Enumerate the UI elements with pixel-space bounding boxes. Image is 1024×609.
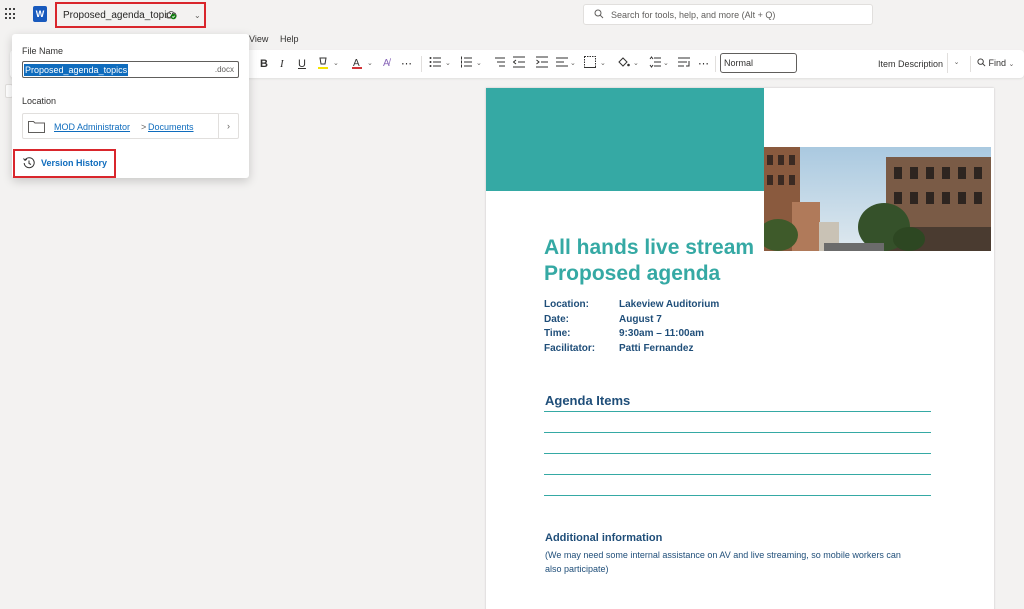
chevron-right-icon[interactable]: › — [218, 114, 238, 138]
chevron-down-icon: ⌄ — [1008, 61, 1015, 68]
ribbon-divider — [970, 56, 971, 72]
word-logo-icon: W — [33, 6, 47, 22]
location-owner-link[interactable]: MOD Administrator — [54, 122, 130, 132]
align-icon[interactable] — [556, 56, 568, 72]
chevron-down-icon[interactable]: ⌄ — [663, 56, 669, 72]
additional-info-text: (We may need some internal assistance on… — [545, 550, 901, 574]
clear-formatting-icon[interactable]: A̸ — [383, 56, 390, 72]
chevron-down-icon[interactable]: ⌄ — [333, 56, 339, 72]
numbering-icon[interactable] — [460, 56, 472, 72]
italic-button[interactable]: I — [280, 56, 284, 72]
highlight-icon[interactable] — [317, 56, 329, 72]
chevron-down-icon[interactable]: ⌄ — [570, 56, 576, 72]
detail-value: August 7 — [619, 313, 662, 325]
chevron-down-icon[interactable]: ⌄ — [600, 56, 606, 72]
document-title-line-2: Proposed agenda — [544, 262, 721, 285]
app-launcher-icon[interactable] — [5, 8, 17, 20]
detail-value: 9:30am – 11:00am — [619, 328, 705, 339]
agenda-line — [544, 495, 931, 496]
location-folder-link[interactable]: Documents — [148, 122, 194, 132]
ribbon-divider — [421, 56, 422, 72]
agenda-line — [544, 411, 931, 412]
detail-key: Location: — [544, 299, 589, 310]
multilevel-list-icon[interactable] — [493, 56, 505, 72]
folder-icon — [28, 121, 45, 133]
detail-value: Patti Fernandez — [619, 342, 694, 354]
search-box[interactable]: Search for tools, help, and more (Alt + … — [583, 4, 873, 25]
style-gallery-item[interactable]: Item Description — [878, 59, 943, 69]
header-photo — [764, 147, 991, 251]
breadcrumb-separator: > — [141, 122, 147, 132]
detail-key: Time: — [544, 328, 571, 339]
file-extension: .docx — [214, 65, 234, 74]
find-label: Find — [988, 58, 1007, 68]
chevron-down-icon[interactable]: ⌄ — [476, 56, 482, 72]
ribbon-divider — [715, 56, 716, 72]
file-name-input[interactable]: Proposed_agenda_topics .docx — [22, 61, 239, 78]
borders-icon[interactable] — [584, 56, 596, 72]
file-name-value: Proposed_agenda_topics — [24, 64, 129, 76]
paragraph-mark-icon[interactable] — [678, 56, 690, 72]
chevron-down-icon: ⌄ — [194, 11, 201, 20]
document-page[interactable]: All hands live stream Proposed agenda Lo… — [486, 88, 994, 609]
font-color-icon[interactable]: A — [351, 56, 363, 72]
version-history-label: Version History — [41, 158, 108, 168]
increase-indent-icon[interactable] — [536, 56, 548, 72]
agenda-heading: Agenda Items — [545, 393, 631, 408]
shading-icon[interactable] — [617, 56, 630, 72]
decrease-indent-icon[interactable] — [512, 56, 525, 72]
bold-button[interactable]: B — [260, 56, 268, 72]
header-color-block — [486, 88, 764, 191]
chevron-down-icon[interactable]: ⌄ — [367, 56, 373, 72]
agenda-line — [544, 474, 931, 475]
agenda-line — [544, 432, 931, 433]
search-placeholder: Search for tools, help, and more (Alt + … — [611, 10, 776, 20]
style-input[interactable]: Normal — [720, 53, 797, 73]
detail-key: Facilitator: — [544, 342, 596, 354]
document-title-line-1: All hands live stream — [544, 236, 755, 259]
more-options-icon[interactable]: ⋯ — [698, 56, 709, 72]
document-name: Proposed_agenda_topics — [63, 10, 177, 21]
menu-view[interactable]: View — [249, 34, 268, 44]
find-button[interactable]: Find ⌄ — [977, 58, 1014, 68]
detail-key: Date: — [544, 313, 570, 325]
search-icon — [594, 9, 604, 19]
file-info-flyout: File Name Proposed_agenda_topics .docx L… — [12, 34, 249, 178]
search-icon — [977, 58, 986, 67]
detail-value: Lakeview Auditorium — [619, 299, 720, 310]
title-bar: W Proposed_agenda_topics ⌄ Search for to… — [0, 0, 1024, 30]
history-icon — [23, 157, 35, 169]
line-spacing-icon[interactable] — [649, 56, 661, 72]
cloud-saved-icon — [165, 11, 177, 20]
menu-help[interactable]: Help — [280, 34, 299, 44]
chevron-down-icon[interactable]: ⌄ — [445, 56, 451, 72]
underline-button[interactable]: U — [298, 56, 306, 72]
file-name-label: File Name — [22, 46, 64, 56]
document-title: All hands live stream Proposed agenda — [544, 235, 754, 287]
version-history-button[interactable]: Version History — [13, 149, 116, 178]
more-options-icon[interactable]: ⋯ — [401, 56, 412, 72]
agenda-line — [544, 453, 931, 454]
additional-info-heading: Additional information — [545, 532, 663, 544]
location-label: Location — [22, 96, 57, 106]
bullets-icon[interactable] — [429, 56, 441, 72]
chevron-down-icon[interactable]: ⌄ — [633, 56, 639, 72]
location-picker[interactable]: MOD Administrator > Documents › — [22, 113, 239, 139]
filename-button[interactable]: Proposed_agenda_topics ⌄ — [55, 2, 206, 28]
chevron-down-icon[interactable]: ⌄ — [947, 53, 965, 73]
